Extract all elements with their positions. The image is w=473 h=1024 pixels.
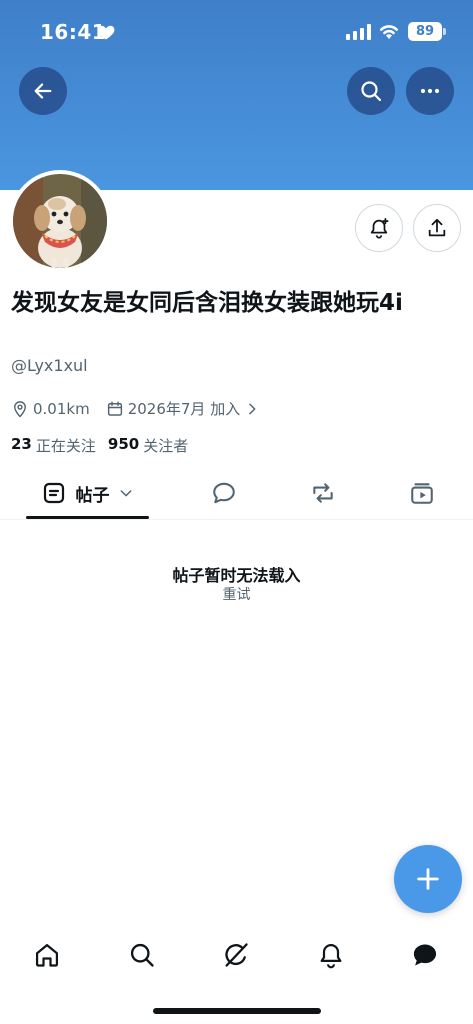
chevron-down-icon — [120, 490, 131, 497]
avatar-image — [13, 174, 107, 268]
followers-label: 关注者 — [143, 437, 189, 455]
profile-tabs: 帖子 — [0, 468, 473, 520]
following-link[interactable]: 23 正在关注 — [11, 435, 96, 456]
calendar-icon — [107, 401, 122, 416]
bottom-nav — [0, 925, 473, 985]
profile-handle: @Lyx1xul — [11, 356, 88, 375]
grok-icon — [225, 943, 248, 967]
wifi-icon — [380, 25, 398, 39]
location-text: 0.01km — [33, 399, 90, 418]
follow-stats: 23 正在关注 950 关注者 — [11, 435, 200, 456]
location-item: 0.01km — [11, 400, 90, 418]
search-button[interactable] — [347, 67, 395, 115]
notify-add-icon — [370, 217, 389, 239]
avatar[interactable] — [9, 170, 111, 272]
share-button[interactable] — [413, 204, 461, 252]
messages-icon — [413, 944, 437, 966]
active-tab-indicator — [26, 516, 149, 519]
back-arrow-icon — [34, 83, 52, 99]
repost-icon — [313, 483, 333, 503]
followers-count: 950 — [107, 435, 140, 453]
heart-icon — [97, 25, 115, 40]
tab-replies[interactable] — [200, 468, 248, 518]
nav-notifications[interactable] — [311, 935, 351, 975]
nav-explore[interactable] — [122, 935, 162, 975]
status-bar: 16:41 89 — [0, 0, 473, 62]
following-count: 23 — [11, 435, 32, 453]
profile-name: 发现女友是女同后含泪换女装跟她玩4i — [11, 290, 403, 316]
tab-reposts[interactable] — [299, 468, 347, 518]
more-icon — [420, 88, 440, 94]
joined-item[interactable]: 2026年7月 加入 — [106, 398, 265, 419]
nav-home[interactable] — [27, 935, 67, 975]
posts-icon — [43, 482, 64, 504]
back-button[interactable] — [19, 67, 67, 115]
share-icon — [428, 218, 446, 237]
following-label: 正在关注 — [35, 437, 96, 455]
tab-posts-label: 帖子 — [75, 485, 110, 506]
bell-icon — [320, 943, 342, 969]
nav-grok[interactable] — [216, 935, 256, 975]
home-icon — [35, 943, 59, 967]
more-button[interactable] — [406, 67, 454, 115]
tab-media[interactable] — [398, 468, 446, 518]
location-icon — [14, 400, 26, 418]
battery-tip — [443, 28, 446, 35]
chevron-right-icon — [249, 403, 256, 414]
explore-icon — [130, 943, 154, 967]
followers-link[interactable]: 950 关注者 — [108, 435, 188, 456]
retry-link[interactable]: 重试 — [0, 584, 473, 604]
notify-button[interactable] — [355, 204, 403, 252]
search-icon — [361, 81, 382, 102]
compose-button[interactable] — [394, 845, 462, 913]
media-icon — [411, 483, 433, 504]
reply-icon — [213, 482, 235, 504]
profile-meta: 0.01km 2026年7月 加入 — [11, 398, 280, 419]
home-indicator — [153, 1008, 321, 1014]
battery-indicator: 89 — [408, 22, 442, 41]
tab-posts[interactable]: 帖子 — [26, 468, 149, 518]
cellular-signal-icon — [346, 24, 371, 40]
empty-state-title: 帖子暂时无法载入 — [172, 566, 301, 585]
plus-icon — [417, 868, 439, 890]
joined-text: 2026年7月 加入 — [127, 400, 241, 418]
nav-messages[interactable] — [405, 935, 445, 975]
